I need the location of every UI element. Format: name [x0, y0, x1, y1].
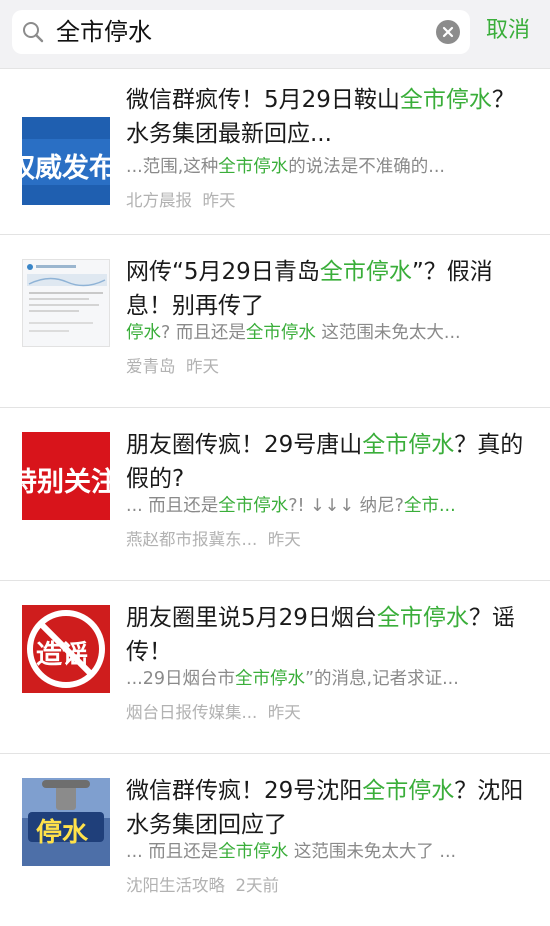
title-text: 朋友圈传疯！29号唐山 [126, 432, 363, 458]
snippet-text: ...29日烟台市 [126, 669, 235, 689]
snippet-highlight: 全市停水 [218, 496, 289, 516]
source-name: 北方晨报 [126, 191, 192, 210]
source-name: 燕赵都市报冀东... [126, 530, 258, 549]
result-item[interactable]: 权威发布 微信群疯传！5月29日鞍山全市停水？水务集团最新回应... ...范围… [0, 69, 550, 235]
thumbnail-special: 特别关注 [22, 432, 110, 520]
snippet-text: ”的消息,记者求证... [304, 669, 459, 689]
title-text: 网传“5月29日青岛 [126, 259, 320, 285]
result-title[interactable]: 朋友圈里说5月29日烟台全市停水？谣传！ [126, 601, 528, 669]
post-time: 昨天 [267, 703, 301, 722]
result-source: 烟台日报传媒集... 昨天 [126, 701, 301, 725]
source-name: 沈阳生活攻略 [126, 876, 225, 895]
result-item[interactable]: 造谣 朋友圈里说5月29日烟台全市停水？谣传！ ...29日烟台市全市停水”的消… [0, 581, 550, 754]
title-text: 微信群传疯！29号沈阳 [126, 778, 363, 804]
result-snippet: 停水? 而且还是全市停水 这范围未免太大... [126, 321, 532, 345]
title-text: 微信群疯传！5月29日鞍山 [126, 87, 400, 113]
snippet-text: 这范围未免太大了 ... [288, 842, 457, 862]
snippet-text: ? 而且还是 [161, 323, 246, 343]
search-bar: 全市停水 取消 [0, 0, 550, 69]
snippet-highlight: 全市停水 [234, 669, 305, 689]
result-source: 燕赵都市报冀东... 昨天 [126, 528, 301, 552]
result-snippet: ... 而且还是全市停水?! ↓↓↓ 纳尼?全市... [126, 494, 532, 518]
search-icon [23, 22, 44, 43]
results-list: 权威发布 微信群疯传！5月29日鞍山全市停水？水务集团最新回应... ...范围… [0, 69, 550, 926]
clear-icon[interactable] [436, 20, 460, 44]
result-title[interactable]: 微信群疯传！5月29日鞍山全市停水？水务集团最新回应... [126, 83, 528, 151]
thumbnail-authority: 权威发布 [22, 117, 110, 205]
result-source: 北方晨报 昨天 [126, 189, 236, 213]
thumbnail-faucet: 停水 [22, 778, 110, 866]
cancel-button[interactable]: 取消 [486, 16, 530, 46]
result-item[interactable]: 特别关注 朋友圈传疯！29号唐山全市停水？真的假的? ... 而且还是全市停水?… [0, 408, 550, 581]
result-title[interactable]: 朋友圈传疯！29号唐山全市停水？真的假的? [126, 428, 528, 496]
snippet-text: 的说法是不准确的... [288, 157, 445, 177]
search-input[interactable]: 全市停水 [12, 10, 470, 54]
title-highlight: 全市停水 [362, 778, 455, 804]
post-time: 昨天 [186, 357, 219, 376]
title-text: 朋友圈里说5月29日烟台 [126, 605, 377, 631]
thumbnail-text: 停水 [36, 818, 89, 848]
thumbnail-text: 造谣 [36, 640, 89, 670]
result-snippet: ... 而且还是全市停水 这范围未免太大了 ... [126, 840, 532, 864]
title-highlight: 全市停水 [399, 87, 492, 113]
snippet-text: ... 而且还是 [126, 842, 219, 862]
snippet-text: ?! ↓↓↓ 纳尼? [288, 496, 404, 516]
result-snippet: ...29日烟台市全市停水”的消息,记者求证... [126, 667, 532, 691]
result-source: 爱青岛 昨天 [126, 355, 219, 379]
thumbnail-text: 权威发布 [22, 153, 110, 184]
snippet-highlight: 全市停水 [218, 842, 289, 862]
title-highlight: 全市停水 [362, 432, 455, 458]
post-time: 昨天 [202, 191, 236, 210]
result-title[interactable]: 微信群传疯！29号沈阳全市停水？沈阳水务集团回应了 [126, 774, 528, 842]
thumbnail-text: 特别关注 [22, 467, 110, 498]
post-time: 2天前 [235, 876, 280, 895]
title-highlight: 全市停水 [376, 605, 469, 631]
post-time: 昨天 [267, 530, 301, 549]
result-snippet: ...范围,这种全市停水的说法是不准确的... [126, 155, 532, 179]
snippet-highlight: 全市... [403, 496, 456, 516]
snippet-highlight: 全市停水 [218, 157, 289, 177]
search-query[interactable]: 全市停水 [56, 17, 152, 47]
snippet-highlight: 全市停水 [245, 323, 316, 343]
snippet-text: ... 而且还是 [126, 496, 219, 516]
snippet-text: ...范围,这种 [126, 157, 219, 177]
thumbnail-rumor: 造谣 [22, 605, 110, 693]
result-item[interactable]: 停水 微信群传疯！29号沈阳全市停水？沈阳水务集团回应了 ... 而且还是全市停… [0, 754, 550, 926]
thumbnail-webpage [22, 259, 110, 347]
result-source: 沈阳生活攻略 2天前 [126, 874, 279, 898]
title-highlight: 全市停水 [319, 259, 412, 285]
source-name: 烟台日报传媒集... [126, 703, 258, 722]
result-item[interactable]: 网传“5月29日青岛全市停水”？假消息！别再传了 停水? 而且还是全市停水 这范… [0, 235, 550, 408]
snippet-highlight: 停水 [126, 323, 161, 343]
source-name: 爱青岛 [126, 357, 176, 376]
result-title[interactable]: 网传“5月29日青岛全市停水”？假消息！别再传了 [126, 255, 528, 323]
snippet-text: 这范围未免太大... [315, 323, 461, 343]
